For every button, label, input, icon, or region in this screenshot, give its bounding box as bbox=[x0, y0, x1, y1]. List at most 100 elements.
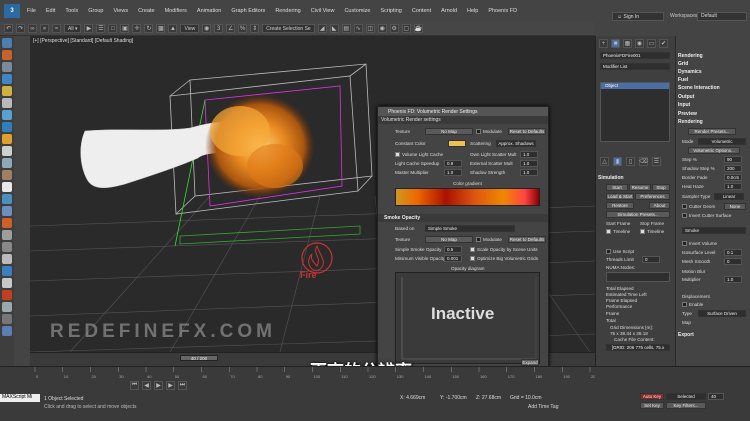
own-light-scatter-field[interactable]: 1.0 bbox=[520, 151, 538, 158]
drop-tool-icon[interactable] bbox=[2, 266, 12, 276]
set-key-button[interactable]: Set Key bbox=[640, 402, 664, 409]
add-time-tag[interactable]: Add Time Tag bbox=[528, 404, 558, 410]
light-cache-speedup-field[interactable]: 0.9 bbox=[444, 160, 462, 167]
view-dropdown[interactable]: View bbox=[180, 24, 200, 33]
menu-edit[interactable]: Edit bbox=[41, 8, 60, 14]
rollout-fuel[interactable]: Fuel bbox=[678, 77, 688, 83]
modify-tab-icon[interactable]: ■ bbox=[611, 39, 620, 48]
mode-dropdown[interactable]: Volumetric bbox=[698, 138, 746, 145]
foam-tool-icon[interactable] bbox=[2, 182, 12, 192]
menu-create[interactable]: Create bbox=[133, 8, 160, 14]
cloud-tool-icon[interactable] bbox=[2, 146, 12, 156]
select-by-name-icon[interactable]: ☰ bbox=[96, 24, 106, 33]
resume-button[interactable]: Resume bbox=[629, 184, 651, 191]
curve-editor-icon[interactable]: ∿ bbox=[353, 24, 363, 33]
cutter-geom-checkbox[interactable]: Cutter Geom bbox=[682, 204, 715, 210]
menu-rendering[interactable]: Rendering bbox=[270, 8, 305, 14]
opacity-texture-map-button[interactable]: No Map bbox=[425, 236, 473, 243]
particle-tool-icon[interactable] bbox=[2, 98, 12, 108]
candle-tool-icon[interactable] bbox=[2, 134, 12, 144]
rotate-icon[interactable]: ↻ bbox=[144, 24, 154, 33]
percent-snap-icon[interactable]: % bbox=[238, 24, 248, 33]
unlink-icon[interactable]: ∝ bbox=[40, 24, 49, 33]
rollout-grid[interactable]: Grid bbox=[678, 61, 688, 67]
rollout-dynamics[interactable]: Dynamics bbox=[678, 69, 702, 75]
phoenix-tool-icon[interactable] bbox=[2, 38, 12, 48]
wave-tool-icon[interactable] bbox=[2, 194, 12, 204]
vortex-tool-icon[interactable] bbox=[2, 170, 12, 180]
render-frame-icon[interactable]: ▢ bbox=[401, 24, 411, 33]
app-logo-icon[interactable]: 3 bbox=[4, 4, 20, 18]
auto-key-button[interactable]: Auto Key bbox=[640, 393, 664, 400]
cache-tool-icon[interactable] bbox=[2, 242, 12, 252]
select-icon[interactable]: ▶ bbox=[84, 24, 94, 33]
prev-frame-icon[interactable]: ◀ bbox=[142, 381, 151, 390]
key-selected-dropdown[interactable]: Selected bbox=[666, 393, 706, 400]
selection-set-dropdown[interactable]: Create Selection Se bbox=[262, 24, 315, 33]
smoke-opacity-header[interactable]: Smoke Opacity bbox=[378, 214, 548, 222]
ocean-tool-icon[interactable] bbox=[2, 122, 12, 132]
stop-button[interactable]: Stop bbox=[652, 184, 670, 191]
stack-item-object[interactable]: Object bbox=[601, 83, 669, 89]
heat-tool-icon[interactable] bbox=[2, 290, 12, 300]
external-scatter-field[interactable]: 1.0 bbox=[520, 160, 538, 167]
menu-customize[interactable]: Customize bbox=[339, 8, 375, 14]
window-crossing-icon[interactable]: ▣ bbox=[120, 24, 130, 33]
preferences-button[interactable]: Preferences bbox=[635, 193, 670, 200]
pin-stack-icon[interactable]: △ bbox=[600, 157, 609, 166]
cutter-geom-pick-button[interactable]: None bbox=[724, 203, 746, 210]
next-frame-icon[interactable]: ▶ bbox=[166, 381, 175, 390]
mesh-tool-icon[interactable] bbox=[2, 254, 12, 264]
align-icon[interactable]: ◣ bbox=[329, 24, 339, 33]
based-on-dropdown[interactable]: Simple Smoke bbox=[425, 225, 515, 232]
scattering-dropdown[interactable]: Approx. Shadows bbox=[496, 140, 536, 147]
hierarchy-tab-icon[interactable]: ▦ bbox=[623, 39, 632, 48]
pivot-icon[interactable]: ◉ bbox=[202, 24, 212, 33]
liquid-tool-icon[interactable] bbox=[2, 74, 12, 84]
layer-icon[interactable]: ▤ bbox=[341, 24, 351, 33]
object-name-field[interactable]: PhoenixFDFire001 bbox=[600, 52, 670, 59]
numa-nodes-field[interactable] bbox=[606, 272, 670, 282]
simple-smoke-opacity-field[interactable]: 0.5 bbox=[444, 246, 462, 253]
angle-snap-icon[interactable]: ∠ bbox=[226, 24, 236, 33]
display-tab-icon[interactable]: ▭ bbox=[647, 39, 656, 48]
spinner-snap-icon[interactable]: ⇕ bbox=[250, 24, 260, 33]
rollout-scene-interaction[interactable]: Scene Interaction bbox=[678, 85, 720, 91]
menu-help[interactable]: Help bbox=[462, 8, 483, 14]
menu-modifiers[interactable]: Modifiers bbox=[160, 8, 192, 14]
bind-icon[interactable]: ≈ bbox=[52, 24, 61, 33]
rollout-preview[interactable]: Preview bbox=[678, 111, 697, 117]
render-presets-button[interactable]: Render Presets... bbox=[688, 128, 736, 135]
rollout-input[interactable]: Input bbox=[678, 102, 690, 108]
go-to-start-icon[interactable]: ⏮ bbox=[130, 381, 139, 390]
go-to-end-icon[interactable]: ⏭ bbox=[178, 381, 187, 390]
viewport-label[interactable]: [+] [Perspective] [Standard] [Default Sh… bbox=[33, 38, 133, 44]
minimum-visible-opacity-field[interactable]: 0.001 bbox=[444, 255, 462, 262]
coord-y[interactable]: Y: -1.700cm bbox=[440, 395, 467, 401]
sampler-type-dropdown[interactable]: Linear bbox=[714, 193, 744, 200]
modulate-checkbox[interactable]: Modulate bbox=[476, 129, 502, 135]
render-setup-icon[interactable]: ⚙ bbox=[389, 24, 399, 33]
rollout-rendering[interactable]: Rendering bbox=[678, 119, 703, 125]
rollout-export[interactable]: Export bbox=[678, 332, 694, 338]
rollout-output[interactable]: Output bbox=[678, 94, 694, 100]
about-button[interactable]: About bbox=[649, 202, 670, 209]
coord-x[interactable]: X: 4.669cm bbox=[400, 395, 425, 401]
explosion-tool-icon[interactable] bbox=[2, 218, 12, 228]
material-editor-icon[interactable]: ◉ bbox=[377, 24, 387, 33]
use-script-checkbox[interactable]: Use Script bbox=[606, 249, 634, 255]
timeline-ruler[interactable]: 0 10 20 30 40 50 60 70 80 90 100 110 120 130 140 150 160… bbox=[30, 367, 595, 381]
rollout-rendering-top[interactable]: Rendering bbox=[678, 53, 703, 59]
menu-arnold[interactable]: Arnold bbox=[436, 8, 462, 14]
menu-views[interactable]: Views bbox=[109, 8, 134, 14]
create-tab-icon[interactable]: + bbox=[599, 39, 608, 48]
place-icon[interactable]: ▲ bbox=[168, 24, 178, 33]
fog-tool-icon[interactable] bbox=[2, 302, 12, 312]
menu-file[interactable]: File bbox=[22, 8, 41, 14]
selection-filter-dropdown[interactable]: All ▾ bbox=[64, 24, 82, 33]
rect-select-icon[interactable]: □ bbox=[108, 24, 118, 33]
volume-light-cache-checkbox[interactable]: Volume Light Cache bbox=[395, 152, 443, 158]
expand-button[interactable]: Expand bbox=[521, 359, 539, 366]
menu-graph-editors[interactable]: Graph Editors bbox=[226, 8, 270, 14]
schematic-icon[interactable]: ◫ bbox=[365, 24, 375, 33]
